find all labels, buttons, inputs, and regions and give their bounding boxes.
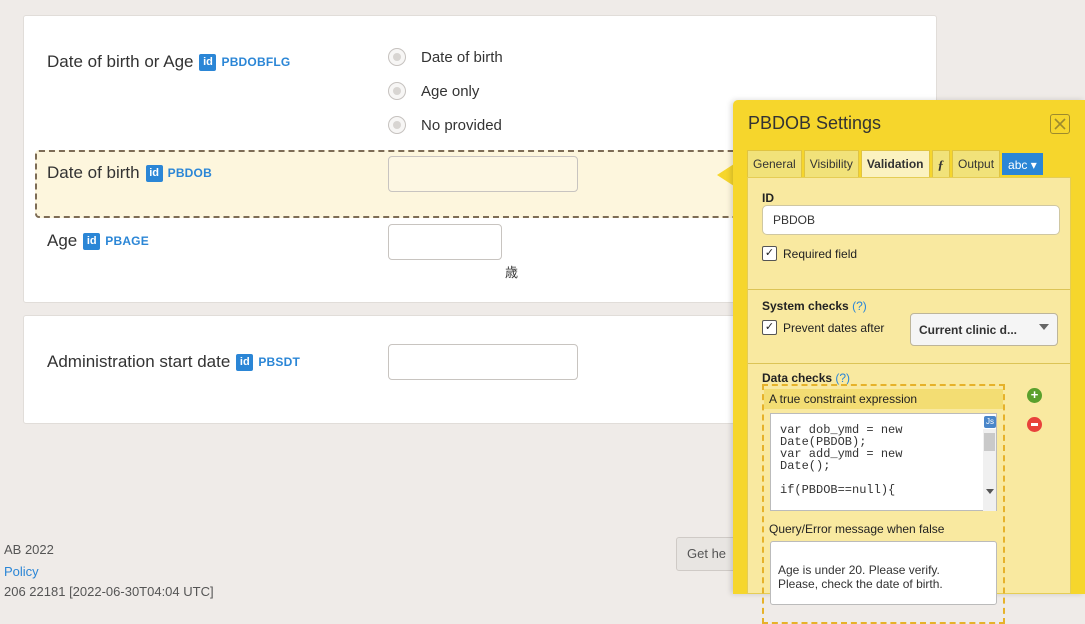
radio-label: No provided (421, 116, 502, 134)
required-checkbox[interactable]: ✓ Required field (762, 246, 857, 261)
prevent-dates-select[interactable]: Current clinic d... (910, 313, 1058, 346)
panel-tabs: General Visibility Validation ƒ Output a… (747, 150, 1045, 177)
close-icon (1054, 118, 1066, 130)
tab-function[interactable]: ƒ (931, 150, 951, 177)
copyright: AB 2022 (4, 542, 54, 557)
age-input[interactable] (388, 224, 502, 260)
scroll-thumb[interactable] (984, 433, 995, 451)
radio-age-only[interactable]: Age only (388, 82, 479, 100)
scroll-down-icon[interactable] (986, 489, 994, 494)
checkmark-icon: ✓ (762, 246, 777, 261)
js-icon[interactable]: Js (984, 416, 996, 428)
panel-title: PBDOB Settings (748, 113, 882, 133)
dob-text: Date of birth (47, 163, 140, 182)
id-field-value: PBDOB (773, 213, 816, 227)
start-date-id[interactable]: PBSDT (258, 355, 300, 369)
id-badge-icon: id (145, 164, 163, 182)
error-label: Query/Error message when false (769, 522, 945, 536)
age-unit: 歳 (505, 265, 519, 280)
tab-general[interactable]: General (747, 150, 802, 177)
id-badge-icon: id (83, 232, 101, 250)
system-checks-help[interactable]: (?) (852, 299, 867, 313)
policy-link[interactable]: Policy (4, 564, 39, 579)
divider (748, 363, 1070, 364)
prevent-dates-label: Prevent dates after (783, 320, 885, 335)
remove-check-icon[interactable] (1027, 417, 1042, 432)
panel-body: ID PBDOB ✓ Required field System checks … (747, 177, 1071, 624)
id-field[interactable]: PBDOB (762, 205, 1060, 235)
dob-or-age-text: Date of birth or Age (47, 52, 194, 71)
data-checks-label: Data checks (?) (762, 371, 850, 385)
tab-output[interactable]: Output (952, 150, 1001, 177)
radio-circle-icon (388, 82, 406, 100)
code-scrollbar[interactable] (983, 429, 996, 511)
prevent-dates-select-value: Current clinic d... (919, 322, 1018, 337)
dob-id[interactable]: PBDOB (168, 166, 212, 180)
get-help-button[interactable]: Get he (676, 537, 736, 571)
close-button[interactable] (1050, 114, 1070, 134)
dob-label: Date of birth id PBDOB (47, 163, 212, 183)
tab-validation[interactable]: Validation (860, 150, 930, 177)
get-help-label: Get he (687, 546, 727, 561)
age-id[interactable]: PBAGE (105, 234, 149, 248)
id-badge-icon: id (199, 53, 217, 71)
panel-pointer (717, 164, 734, 186)
radio-not-provided[interactable]: No provided (388, 116, 502, 134)
start-date-text: Administration start date (47, 352, 231, 371)
chevron-down-icon (1039, 324, 1049, 330)
prevent-dates-checkbox[interactable]: ✓ Prevent dates after (762, 320, 884, 335)
id-label: ID (762, 191, 774, 205)
version-text: 206 22181 [2022-06-30T04:04 UTC] (4, 584, 214, 599)
radio-label: Age only (421, 82, 480, 100)
age-label: Age id PBAGE (47, 231, 149, 251)
radio-circle-icon (388, 116, 406, 134)
tab-abc-dropdown[interactable]: abc ▾ (1002, 153, 1043, 175)
data-check-item: A true constraint expression var dob_ymd… (762, 384, 1005, 624)
radio-label: Date of birth (421, 48, 503, 66)
dob-or-age-label: Date of birth or Age id PBDOBFLG (47, 52, 290, 72)
id-badge-icon: id (236, 353, 254, 371)
system-checks-text: System checks (762, 299, 849, 313)
radio-circle-icon (388, 48, 406, 66)
checkmark-icon: ✓ (762, 320, 777, 335)
data-checks-text: Data checks (762, 371, 833, 385)
start-date-input[interactable] (388, 344, 578, 380)
constraint-label: A true constraint expression (764, 389, 1003, 409)
constraint-code-editor[interactable]: var dob_ymd = new Date(PBDOB); var add_y… (770, 413, 997, 511)
settings-panel: PBDOB Settings General Visibility Valida… (733, 100, 1085, 624)
radio-date-of-birth[interactable]: Date of birth (388, 48, 503, 66)
divider (748, 289, 1070, 290)
dob-or-age-id[interactable]: PBDOBFLG (221, 55, 290, 69)
data-checks-help[interactable]: (?) (835, 371, 850, 385)
tab-visibility[interactable]: Visibility (803, 150, 859, 177)
age-text: Age (47, 231, 78, 250)
error-message-text: Age is under 20. Please verify. Please, … (778, 563, 943, 591)
system-checks-label: System checks (?) (762, 299, 867, 313)
error-message-input[interactable]: Age is under 20. Please verify. Please, … (770, 541, 997, 605)
start-date-label: Administration start date id PBSDT (47, 352, 300, 372)
dob-input[interactable] (388, 156, 578, 192)
add-check-icon[interactable]: + (1027, 388, 1042, 403)
required-label: Required field (783, 246, 858, 261)
